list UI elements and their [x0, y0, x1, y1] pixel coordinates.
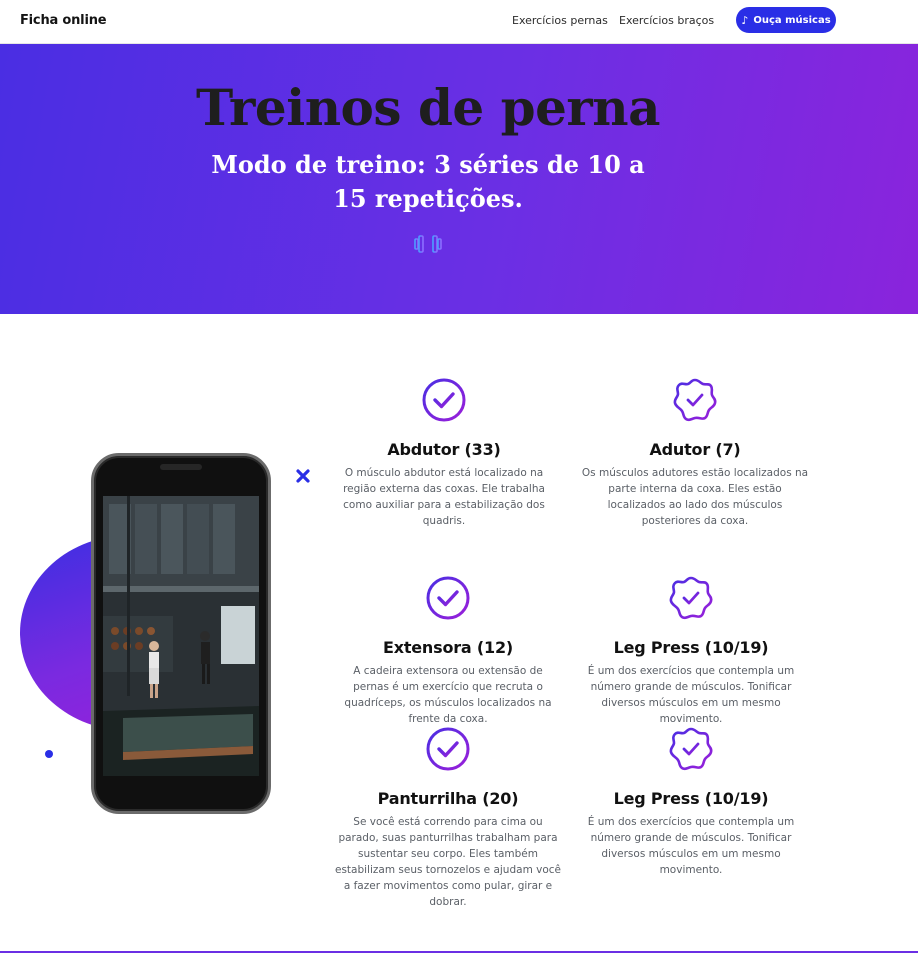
feature-card-extensora: Extensora (12) A cadeira extensora ou ex…	[328, 575, 568, 727]
decorative-dot	[45, 750, 53, 758]
listen-music-button[interactable]: ♪ Ouça músicas	[736, 7, 836, 33]
feature-title: Panturrilha (20)	[377, 789, 519, 808]
check-circle-icon	[422, 378, 466, 422]
brand-logo[interactable]: Ficha online	[20, 13, 107, 28]
feature-card-adutor: Adutor (7) Os músculos adutores estão lo…	[575, 377, 815, 529]
top-navbar: Ficha online Exercícios pernas Exercício…	[0, 0, 918, 44]
feature-card-leg-press: Leg Press (10/19) É um dos exercícios qu…	[571, 575, 811, 727]
check-badge-icon	[669, 727, 713, 771]
feature-card-leg-press-2: Leg Press (10/19) É um dos exercícios qu…	[571, 726, 811, 878]
feature-description: Se você está correndo para cima ou parad…	[334, 816, 562, 908]
feature-description: É um dos exercícios que contempla um núm…	[587, 665, 795, 725]
decorative-cross-icon	[296, 469, 310, 483]
feature-card-panturrilha: Panturrilha (20) Se você está correndo p…	[328, 726, 568, 910]
feature-title: Leg Press (10/19)	[613, 638, 769, 657]
check-circle-icon	[426, 576, 470, 620]
feature-title: Leg Press (10/19)	[613, 789, 769, 808]
feature-card-abdutor: Abdutor (33) O músculo abdutor está loca…	[324, 377, 564, 529]
phone-mockup	[91, 453, 271, 814]
feature-description: A cadeira extensora ou extensão de perna…	[344, 665, 552, 725]
hero-subtitle: Modo de treino: 3 séries de 10 a 15 repe…	[211, 150, 645, 213]
check-badge-icon	[669, 576, 713, 620]
nav-link-exercicios-pernas[interactable]: Exercícios pernas	[512, 14, 608, 27]
hero-title: Treinos de perna	[195, 78, 661, 137]
listen-music-label: Ouça músicas	[753, 14, 831, 26]
check-badge-icon	[673, 378, 717, 422]
feature-title: Abdutor (33)	[387, 440, 501, 459]
music-note-icon: ♪	[741, 13, 749, 27]
hero-section: Treinos de perna Modo de treino: 3 série…	[0, 44, 918, 314]
dumbbell-icon	[411, 235, 445, 253]
phone-notch	[160, 464, 202, 470]
feature-description: É um dos exercícios que contempla um núm…	[587, 816, 795, 876]
nav-link-exercicios-bracos[interactable]: Exercícios braços	[619, 14, 714, 27]
feature-title: Extensora (12)	[382, 638, 513, 657]
feature-title: Adutor (7)	[649, 440, 741, 459]
check-circle-icon	[426, 727, 470, 771]
feature-description: Os músculos adutores estão localizados n…	[581, 467, 809, 527]
feature-description: O músculo abdutor está localizado na reg…	[343, 467, 545, 527]
gym-photo	[103, 496, 259, 776]
